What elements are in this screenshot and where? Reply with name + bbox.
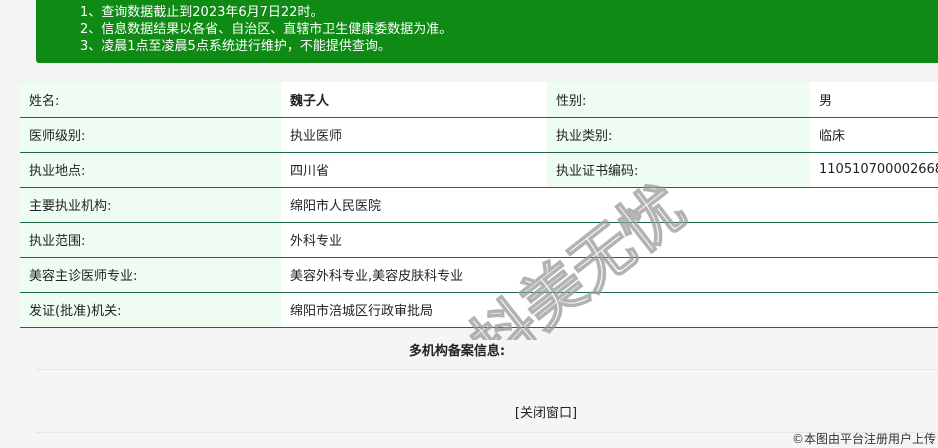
table-row: 执业范围: 外科专业 — [20, 222, 938, 258]
table-row: 执业地点: 四川省 执业证书编码: 110510700002668 — [20, 152, 938, 188]
table-row: 发证(批准)机关: 绵阳市涪城区行政审批局 — [20, 292, 938, 328]
notice-banner: 1、查询数据截止到2023年6月7日22时。 2、信息数据结果以各省、自治区、直… — [36, 0, 938, 63]
location-value: 四川省 — [281, 152, 547, 188]
notice-line: 2、信息数据结果以各省、自治区、直辖市卫生健康委数据为准。 — [80, 22, 453, 37]
table-row: 主要执业机构: 绵阳市人民医院 — [20, 187, 938, 223]
authority-value: 绵阳市涪城区行政审批局 — [281, 292, 938, 328]
level-value: 执业医师 — [281, 117, 547, 153]
cert-value: 110510700002668 — [810, 152, 938, 188]
table-row: 美容主诊医师专业: 美容外科专业,美容皮肤科专业 — [20, 257, 938, 293]
multi-institution-heading: 多机构备案信息: — [20, 334, 938, 370]
gender-label: 性别: — [547, 82, 810, 118]
multi-institution-label: 多机构备案信息: — [408, 344, 506, 359]
location-label: 执业地点: — [20, 152, 281, 188]
notice-line: 1、查询数据截止到2023年6月7日22时。 — [80, 5, 324, 20]
cosmetic-value: 美容外科专业,美容皮肤科专业 — [281, 257, 938, 293]
gender-value: 男 — [810, 82, 938, 118]
notice-line: 3、凌晨1点至凌晨5点系统进行维护，不能提供查询。 — [80, 39, 391, 54]
spacer — [0, 63, 938, 83]
scope-value: 外科专业 — [281, 222, 938, 258]
name-value: 魏子人 — [281, 82, 547, 118]
cosmetic-label: 美容主诊医师专业: — [20, 257, 281, 293]
table-row: 医师级别: 执业医师 执业类别: 临床 — [20, 117, 938, 153]
authority-label: 发证(批准)机关: — [20, 292, 281, 328]
institution-label: 主要执业机构: — [20, 187, 281, 223]
doctor-info-table: 姓名: 魏子人 性别: 男 医师级别: 执业医师 执业类别: 临床 执业地点: … — [20, 82, 938, 328]
category-label: 执业类别: — [547, 117, 810, 153]
close-window-link[interactable]: [关闭窗口] — [0, 402, 938, 421]
name-label: 姓名: — [20, 82, 281, 118]
divider — [36, 369, 938, 370]
institution-value: 绵阳市人民医院 — [281, 187, 938, 223]
level-label: 医师级别: — [20, 117, 281, 153]
table-row: 姓名: 魏子人 性别: 男 — [20, 82, 938, 118]
cert-label: 执业证书编码: — [547, 152, 810, 188]
close-window-label[interactable]: [关闭窗口] — [515, 406, 577, 421]
scope-label: 执业范围: — [20, 222, 281, 258]
category-value: 临床 — [810, 117, 938, 153]
upload-credit: ©本图由平台注册用户上传 — [791, 432, 936, 446]
